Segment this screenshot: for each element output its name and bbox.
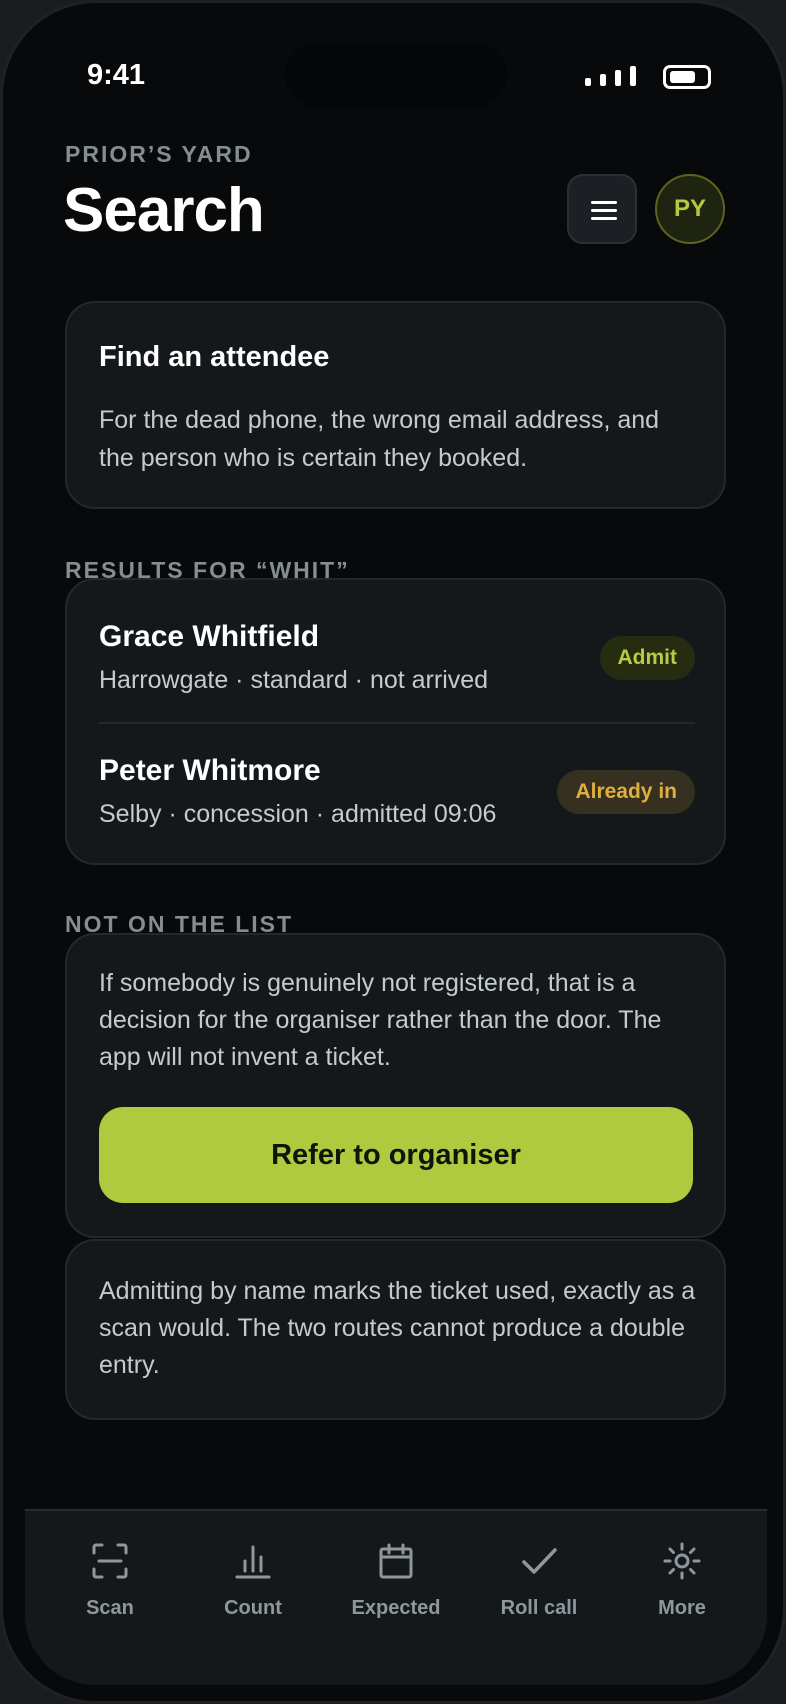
result-row[interactable]: Peter Whitmore Selby · concession · admi… bbox=[99, 754, 695, 874]
tab-label: Count bbox=[224, 1597, 282, 1619]
result-meta: Harrowgate · standard · not arrived bbox=[99, 666, 489, 694]
hamburger-icon bbox=[591, 201, 617, 204]
not-on-list-text: If somebody is genuinely not registered,… bbox=[99, 969, 662, 1071]
tab-count[interactable]: Count bbox=[182, 1541, 324, 1631]
scan-icon bbox=[92, 1543, 128, 1579]
result-meta: Selby · concession · admitted 09:06 bbox=[99, 800, 497, 828]
status-time: 9:41 bbox=[87, 59, 146, 91]
bar-chart-icon bbox=[235, 1545, 271, 1579]
not-on-list-card: If somebody is genuinely not registered,… bbox=[65, 933, 726, 1238]
intro-title: Find an attendee bbox=[99, 341, 330, 373]
tab-label: Expected bbox=[351, 1597, 441, 1619]
phone-frame: 9:41 PRIOR’S YARD Search PY Find an atte… bbox=[0, 0, 786, 1704]
tab-label: More bbox=[658, 1597, 706, 1619]
status-bar: 9:41 bbox=[3, 3, 783, 153]
page-title: Search bbox=[63, 176, 265, 245]
results-card: Grace Whitfield Harrowgate · standard · … bbox=[65, 578, 726, 865]
footnote-card: Admitting by name marks the ticket used,… bbox=[65, 1239, 726, 1420]
refer-to-organiser-button[interactable]: Refer to organiser bbox=[99, 1107, 693, 1203]
already-in-badge: Already in bbox=[557, 770, 695, 814]
calendar-icon bbox=[379, 1543, 413, 1579]
tab-roll-call[interactable]: Roll call bbox=[468, 1541, 610, 1631]
footnote-text: Admitting by name marks the ticket used,… bbox=[99, 1277, 696, 1379]
admit-button[interactable]: Admit bbox=[599, 636, 695, 680]
tab-bar: Scan Count Expected Roll call More bbox=[25, 1509, 767, 1685]
avatar[interactable]: PY bbox=[655, 174, 725, 244]
intro-text: For the dead phone, the wrong email addr… bbox=[99, 406, 660, 472]
result-name: Grace Whitfield bbox=[99, 620, 320, 653]
battery-icon bbox=[663, 65, 711, 89]
tab-more[interactable]: More bbox=[611, 1541, 753, 1631]
result-name: Peter Whitmore bbox=[99, 754, 321, 787]
venue-name: PRIOR’S YARD bbox=[65, 141, 253, 167]
checkmark-icon bbox=[522, 1548, 557, 1574]
tab-scan[interactable]: Scan bbox=[39, 1541, 181, 1631]
menu-button[interactable] bbox=[567, 174, 637, 244]
intro-card: Find an attendee For the dead phone, the… bbox=[65, 301, 726, 509]
signal-icon bbox=[585, 66, 636, 86]
tab-label: Scan bbox=[86, 1597, 134, 1619]
tab-expected[interactable]: Expected bbox=[325, 1541, 467, 1631]
divider bbox=[99, 722, 695, 724]
tab-label: Roll call bbox=[500, 1597, 578, 1619]
gear-icon bbox=[663, 1542, 701, 1580]
dynamic-island bbox=[285, 43, 507, 107]
